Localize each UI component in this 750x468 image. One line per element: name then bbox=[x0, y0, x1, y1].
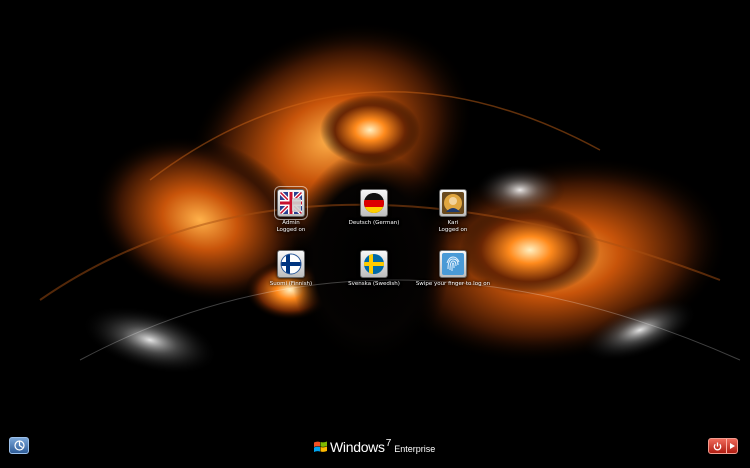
shutdown-options-button[interactable] bbox=[726, 439, 737, 453]
account-picture-frame bbox=[439, 250, 467, 278]
account-tile-kari[interactable]: Kari Logged on bbox=[408, 189, 498, 234]
windows-branding: Windows 7 Enterprise bbox=[314, 438, 436, 455]
shutdown-button-group bbox=[708, 438, 738, 454]
germany-flag-icon bbox=[364, 193, 384, 213]
account-picture-frame bbox=[274, 186, 308, 220]
ease-of-access-button[interactable] bbox=[9, 437, 29, 454]
account-picture-frame bbox=[360, 189, 388, 217]
product-name: Windows bbox=[330, 439, 385, 455]
account-name: Deutsch (German) bbox=[348, 220, 400, 226]
account-picture-frame bbox=[439, 189, 467, 217]
account-picture-frame bbox=[360, 250, 388, 278]
shutdown-button[interactable] bbox=[709, 439, 726, 453]
account-tile-suomi[interactable]: Suomi (Finnish) bbox=[246, 250, 336, 288]
account-tile-svenska[interactable]: Svenska (Swedish) bbox=[329, 250, 419, 288]
account-name: Kari bbox=[447, 220, 459, 226]
account-name: Admin bbox=[282, 220, 300, 226]
account-status: Logged on bbox=[276, 227, 306, 233]
account-tile-fingerprint[interactable]: Swipe your finger to log on bbox=[408, 250, 498, 288]
account-tile-admin[interactable]: Admin Logged on bbox=[246, 186, 336, 234]
uk-flag-icon bbox=[280, 192, 302, 214]
account-status: Logged on bbox=[438, 227, 468, 233]
account-picture-frame bbox=[277, 250, 305, 278]
account-name: Swipe your finger to log on bbox=[415, 281, 491, 287]
power-icon bbox=[713, 442, 722, 450]
product-version: 7 bbox=[385, 438, 392, 449]
windows-logo-icon bbox=[314, 441, 327, 452]
ease-of-access-icon bbox=[13, 440, 25, 451]
user-photo-icon bbox=[442, 192, 464, 214]
sweden-flag-icon bbox=[364, 254, 384, 274]
fingerprint-icon bbox=[442, 253, 464, 275]
arrow-right-icon bbox=[729, 443, 735, 449]
finland-flag-icon bbox=[280, 253, 302, 275]
account-name: Suomi (Finnish) bbox=[269, 281, 313, 287]
account-name: Svenska (Swedish) bbox=[348, 281, 400, 287]
product-edition: Enterprise bbox=[394, 444, 436, 454]
account-tile-deutsch[interactable]: Deutsch (German) bbox=[329, 189, 419, 227]
wallpaper bbox=[0, 0, 750, 468]
